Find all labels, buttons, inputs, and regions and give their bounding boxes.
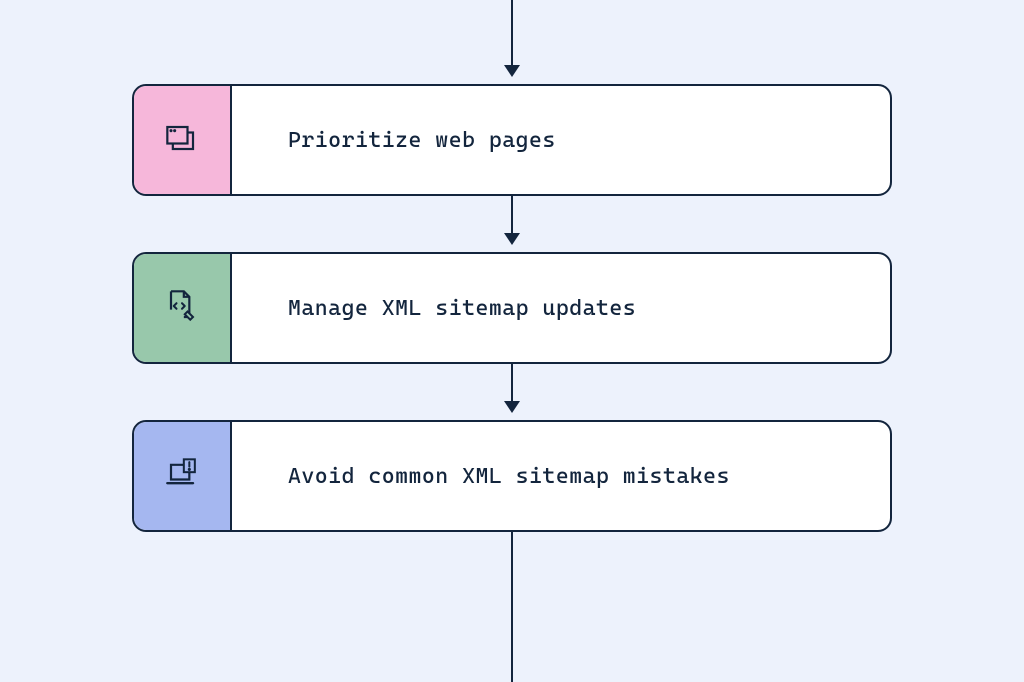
step-icon-tile xyxy=(134,254,232,362)
laptop-alert-icon xyxy=(160,452,204,500)
step-label: Prioritize web pages xyxy=(232,86,890,194)
flow-step-2: Manage XML sitemap updates xyxy=(132,252,892,364)
flow-connector xyxy=(511,532,513,682)
file-code-edit-icon xyxy=(160,284,204,332)
flow-connector xyxy=(504,364,520,413)
flow-step-1: Prioritize web pages xyxy=(132,84,892,196)
step-icon-tile xyxy=(134,422,232,530)
step-label: Manage XML sitemap updates xyxy=(232,254,890,362)
step-icon-tile xyxy=(134,86,232,194)
flow-step-3: Avoid common XML sitemap mistakes xyxy=(132,420,892,532)
flowchart: Prioritize web pages Manage XML sitemap … xyxy=(0,0,1024,680)
windows-stack-icon xyxy=(160,116,204,164)
flow-connector xyxy=(504,196,520,245)
flow-connector xyxy=(504,0,520,77)
step-label: Avoid common XML sitemap mistakes xyxy=(232,422,890,530)
